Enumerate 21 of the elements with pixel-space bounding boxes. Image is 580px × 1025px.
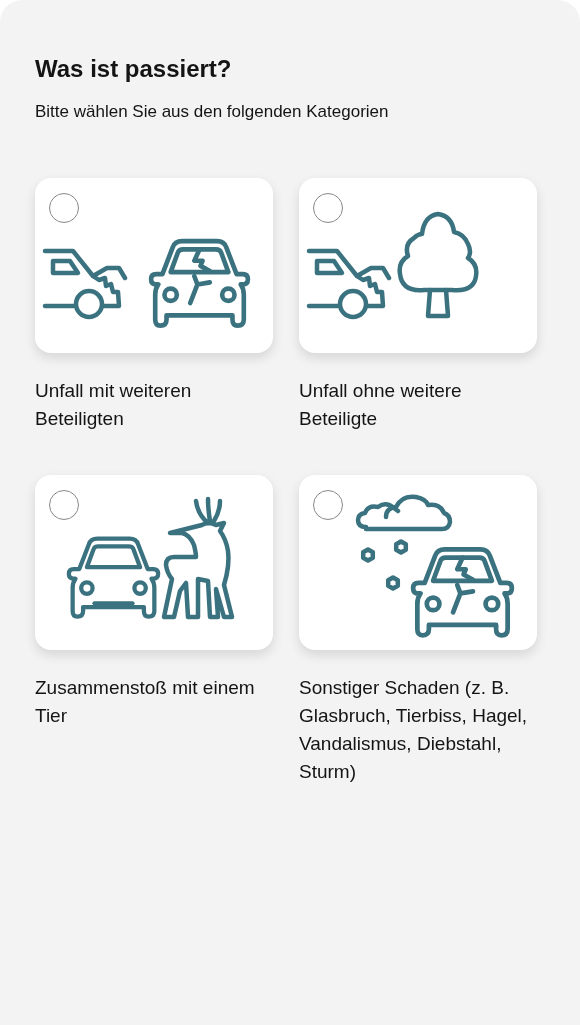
page-title: Was ist passiert?: [35, 54, 233, 84]
radio-button[interactable]: [313, 193, 343, 223]
page-subtitle: Bitte wählen Sie aus den folgenden Kategorien: [35, 101, 390, 123]
option-label: Unfall ohne weitere Beteiligte: [299, 379, 463, 431]
damaged-car-icon: [42, 248, 128, 320]
radio-button[interactable]: [49, 193, 79, 223]
tree-icon: [397, 211, 479, 319]
option-label: Zusammenstoß mit einem Tier: [35, 676, 256, 728]
option-label: Unfall mit weiteren Beteiligten: [35, 379, 193, 431]
damaged-car-icon: [306, 248, 392, 320]
option-label: Sonstiger Schaden (z. B. Glasbruch, Tierbiss, Hagel, Vandalismus, Diebstahl, Sturm): [299, 676, 529, 784]
option-card[interactable]: [35, 178, 273, 353]
radio-button[interactable]: [313, 490, 343, 520]
cracked-car-icon: [148, 238, 251, 328]
radio-button[interactable]: [49, 490, 79, 520]
car-icon: [66, 536, 161, 619]
option-card[interactable]: [299, 178, 537, 353]
option-card[interactable]: [299, 475, 537, 650]
deer-icon: [161, 496, 235, 620]
option-card[interactable]: [35, 475, 273, 650]
cracked-car-icon: [410, 546, 515, 638]
